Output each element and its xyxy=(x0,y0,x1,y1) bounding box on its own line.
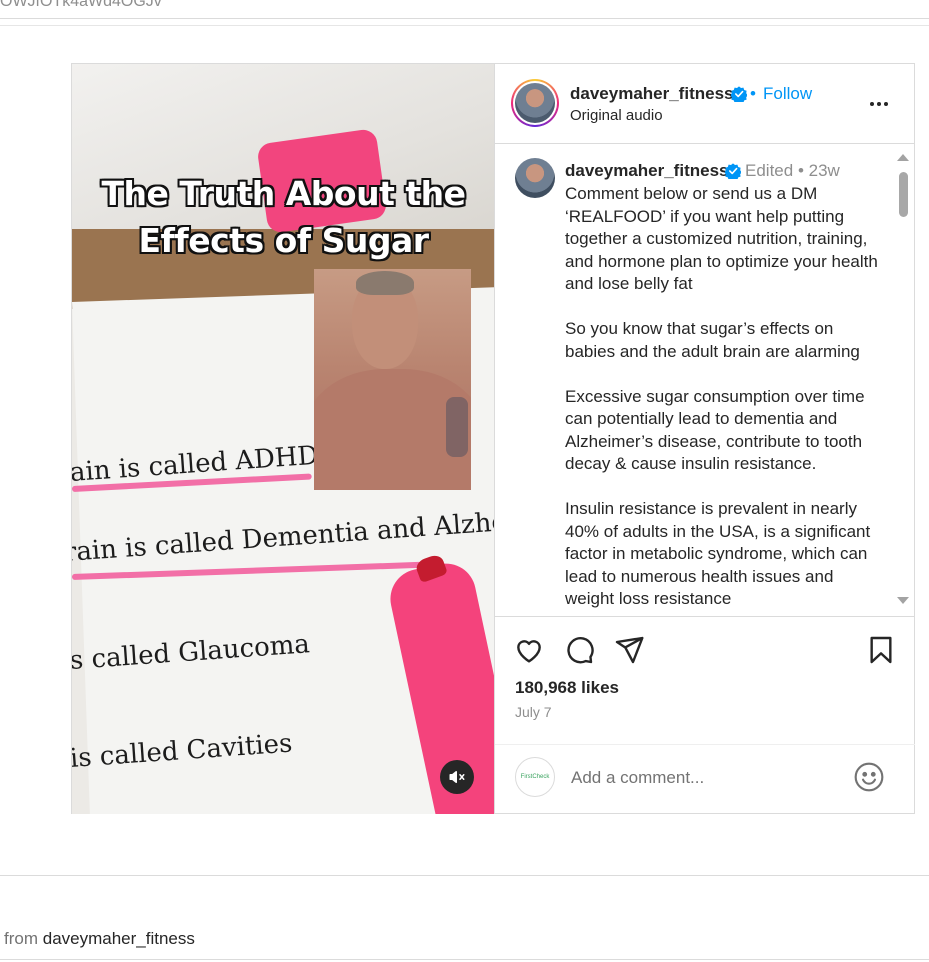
viewer-avatar-text: FirstCheck xyxy=(520,774,550,780)
divider xyxy=(0,959,929,960)
caption-scroll-area[interactable]: daveymaher_fitness Edited • 23w Comment … xyxy=(495,145,915,617)
video-title-line: The Truth About the xyxy=(101,174,466,213)
mute-toggle-button[interactable] xyxy=(440,760,474,794)
post-side-panel: daveymaher_fitness • Follow Original aud… xyxy=(495,64,915,814)
caption-text: Comment below or send us a DM ‘REALFOOD’… xyxy=(565,183,885,616)
scroll-up-arrow[interactable] xyxy=(897,154,909,161)
header-separator: • xyxy=(750,84,756,103)
caption-paragraph: So you know that sugar’s effects on babi… xyxy=(565,319,860,361)
post-age[interactable]: 23w xyxy=(809,161,840,180)
caption-username[interactable]: daveymaher_fitness xyxy=(565,161,728,181)
caption-paragraph: Comment below or send us a DM ‘REALFOOD’… xyxy=(565,184,878,293)
from-label: from xyxy=(4,929,38,948)
avatar xyxy=(515,83,555,123)
post-actions xyxy=(495,630,915,674)
presenter-tattoo xyxy=(446,397,468,457)
divider xyxy=(0,25,929,26)
caption-paragraph: Insulin resistance is prevalent in nearl… xyxy=(565,499,871,608)
header-username[interactable]: daveymaher_fitness xyxy=(570,84,733,104)
viewer-avatar: FirstCheck xyxy=(515,757,555,797)
verified-badge-icon xyxy=(731,86,747,102)
scrollbar-thumb[interactable] xyxy=(899,172,908,217)
muted-speaker-icon xyxy=(449,771,465,783)
video-title-overlay: The Truth About the Effects of Sugar xyxy=(72,170,494,264)
caption-meta: Edited • 23w xyxy=(745,161,840,181)
story-ring-avatar[interactable] xyxy=(511,79,559,127)
meta-separator: • xyxy=(797,161,809,180)
post-date[interactable]: July 7 xyxy=(515,704,552,720)
bookmark-icon[interactable] xyxy=(865,634,897,666)
presenter-hair xyxy=(356,271,414,295)
presenter-video-inset xyxy=(314,269,471,490)
source-attribution: from daveymaher_fitness xyxy=(4,929,195,949)
divider xyxy=(0,18,929,19)
video-player[interactable]: The Truth About the Effects of Sugar ain… xyxy=(72,64,495,814)
source-account-link[interactable]: daveymaher_fitness xyxy=(43,929,195,948)
comment-input[interactable] xyxy=(571,765,841,791)
add-comment-bar: FirstCheck xyxy=(495,744,915,814)
avatar[interactable] xyxy=(515,158,555,198)
audio-label[interactable]: Original audio xyxy=(570,107,663,124)
heart-icon[interactable] xyxy=(513,634,545,666)
verified-badge-icon xyxy=(725,163,741,179)
video-title-line: Effects of Sugar xyxy=(138,221,429,260)
follow-button[interactable]: Follow xyxy=(763,84,812,104)
divider xyxy=(0,875,929,876)
more-options-icon[interactable] xyxy=(867,92,891,116)
likes-count[interactable]: 180,968 likes xyxy=(515,678,619,698)
url-fragment: OWJfOTk4aWd4OGJv xyxy=(0,0,162,10)
share-icon[interactable] xyxy=(613,634,645,666)
emoji-icon[interactable] xyxy=(853,761,885,793)
caption-paragraph: Excessive sugar consumption over time ca… xyxy=(565,386,865,474)
comment-icon[interactable] xyxy=(563,634,595,666)
top-strip: OWJfOTk4aWd4OGJv xyxy=(0,0,929,26)
edited-label: Edited xyxy=(745,161,794,180)
scroll-down-arrow[interactable] xyxy=(897,597,909,604)
instagram-embed: The Truth About the Effects of Sugar ain… xyxy=(71,63,915,814)
post-header: daveymaher_fitness • Follow Original aud… xyxy=(495,64,915,144)
